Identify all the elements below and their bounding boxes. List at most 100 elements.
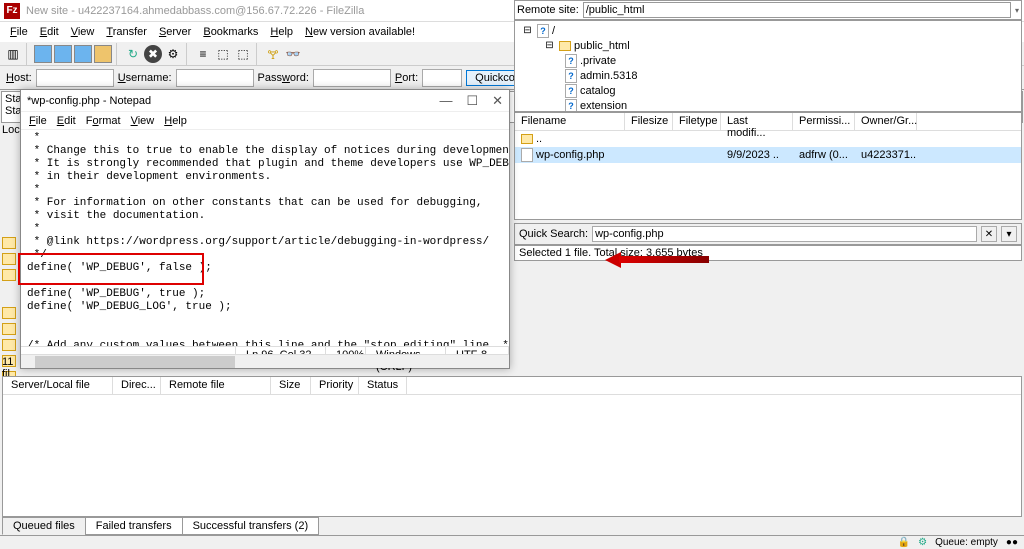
statusbar: 🔒 ⚙ Queue: empty ●● — [0, 535, 1024, 549]
col-lastmod[interactable]: Last modifi... — [721, 113, 793, 130]
file-permissions: adfrw (0... — [793, 149, 855, 161]
local-site-label: Loca — [2, 124, 18, 136]
tab-failed[interactable]: Failed transfers — [85, 517, 183, 535]
toolbar-icon[interactable] — [94, 45, 112, 63]
col-direction[interactable]: Direc... — [113, 377, 161, 394]
folder-unknown-icon: ? — [565, 69, 577, 83]
tab-successful[interactable]: Successful transfers (2) — [182, 517, 320, 535]
remote-file-list[interactable]: Filename Filesize Filetype Last modifi..… — [514, 112, 1022, 220]
toolbar-cancel-icon[interactable]: ✖ — [144, 45, 162, 63]
file-modified: 9/9/2023 .. — [721, 149, 793, 161]
toolbar-filter-icon[interactable]: 🝖 — [264, 45, 282, 63]
tree-node[interactable]: extension — [580, 100, 627, 112]
folder-icon — [2, 339, 16, 351]
toolbar-icon[interactable]: ⬚ — [234, 45, 252, 63]
file-name: .. — [536, 133, 542, 145]
menu-view[interactable]: View — [67, 26, 99, 38]
notepad-menu-file[interactable]: File — [25, 115, 51, 127]
menu-bookmarks[interactable]: Bookmarks — [199, 26, 262, 38]
folder-unknown-icon: ? — [565, 99, 577, 113]
menu-edit[interactable]: Edit — [36, 26, 63, 38]
folder-icon — [2, 253, 16, 265]
toolbar-sitemgr-icon[interactable]: ▥ — [4, 45, 22, 63]
toolbar-icon[interactable] — [34, 45, 52, 63]
file-list-header: Filename Filesize Filetype Last modifi..… — [515, 113, 1021, 131]
tree-node[interactable]: admin.5318 — [580, 70, 638, 82]
remote-path-input[interactable] — [583, 2, 1011, 18]
host-input[interactable] — [36, 69, 114, 87]
file-owner: u4223371... — [855, 149, 917, 161]
app-logo: Fz — [4, 3, 20, 19]
col-filesize[interactable]: Filesize — [625, 113, 673, 130]
quick-search-bar: Quick Search: ✕ ▾ — [514, 223, 1022, 245]
notepad-titlebar[interactable]: *wp-config.php - Notepad — ☐ ✕ — [21, 90, 509, 112]
password-input[interactable] — [313, 69, 391, 87]
col-status[interactable]: Status — [359, 377, 407, 394]
collapse-icon[interactable]: ⊟ — [521, 24, 534, 37]
notepad-menu-view[interactable]: View — [127, 115, 159, 127]
menu-transfer[interactable]: Transfer — [102, 26, 151, 38]
tab-queued[interactable]: Queued files — [2, 517, 86, 535]
tree-node[interactable]: / — [552, 25, 555, 37]
tree-node[interactable]: .private — [580, 55, 616, 67]
file-row[interactable]: wp-config.php 9/9/2023 .. adfrw (0... u4… — [515, 147, 1021, 163]
toolbar-disconnect-icon[interactable]: ⚙ — [164, 45, 182, 63]
notepad-close-button[interactable]: ✕ — [492, 93, 503, 109]
folder-icon — [559, 41, 571, 51]
notepad-menu-help[interactable]: Help — [160, 115, 191, 127]
username-input[interactable] — [176, 69, 254, 87]
col-perm[interactable]: Permissi... — [793, 113, 855, 130]
dropdown-icon[interactable]: ▾ — [1015, 6, 1019, 15]
folder-icon — [2, 307, 16, 319]
col-filename[interactable]: Filename — [515, 113, 625, 130]
toolbar-icon[interactable]: ⬚ — [214, 45, 232, 63]
local-panel-edge: Loca 11 fil — [2, 124, 18, 412]
file-icon — [521, 148, 533, 162]
notepad-menu-edit[interactable]: Edit — [53, 115, 80, 127]
collapse-icon[interactable]: ⊟ — [543, 39, 556, 52]
col-size[interactable]: Size — [271, 377, 311, 394]
folder-unknown-icon: ? — [537, 24, 549, 38]
quick-search-options[interactable]: ▾ — [1001, 226, 1017, 242]
col-owner[interactable]: Owner/Gr... — [855, 113, 917, 130]
notepad-minimize-button[interactable]: — — [439, 93, 452, 109]
tree-node[interactable]: public_html — [574, 40, 630, 52]
notepad-text-area[interactable]: * * Change this to true to enable the di… — [21, 130, 509, 346]
menu-help[interactable]: Help — [266, 26, 297, 38]
tree-node[interactable]: catalog — [580, 85, 615, 97]
quick-search-input[interactable] — [592, 226, 977, 242]
notepad-title: *wp-config.php - Notepad — [27, 95, 439, 107]
queue-indicator-icon: ●● — [1006, 537, 1018, 548]
password-label: Password: — [258, 72, 309, 84]
remote-selection-status: Selected 1 file. Total size: 3,655 bytes — [514, 245, 1022, 261]
quick-search-clear[interactable]: ✕ — [981, 226, 997, 242]
folder-icon — [2, 237, 16, 249]
col-serverfile[interactable]: Server/Local file — [3, 377, 113, 394]
folder-icon — [2, 269, 16, 281]
host-label: Host: — [6, 72, 32, 84]
toolbar-search-icon[interactable]: 👓 — [284, 45, 302, 63]
folder-unknown-icon: ? — [565, 54, 577, 68]
toolbar-icon[interactable]: ≡ — [194, 45, 212, 63]
remote-tree[interactable]: ⊟?/ ⊟public_html ?.private ?admin.5318 ?… — [514, 20, 1022, 112]
menu-file[interactable]: File — [6, 26, 32, 38]
menu-newversion[interactable]: New version available! — [301, 26, 419, 38]
folder-icon — [521, 134, 533, 144]
queue-status: Queue: empty — [935, 537, 998, 548]
queue-header: Server/Local file Direc... Remote file S… — [3, 377, 1021, 395]
menu-server[interactable]: Server — [155, 26, 195, 38]
file-row-parent[interactable]: .. — [515, 131, 1021, 147]
cert-icon: ⚙ — [918, 537, 927, 548]
port-input[interactable] — [422, 69, 462, 87]
notepad-maximize-button[interactable]: ☐ — [466, 93, 478, 109]
col-remotefile[interactable]: Remote file — [161, 377, 271, 394]
col-filetype[interactable]: Filetype — [673, 113, 721, 130]
toolbar-refresh-icon[interactable]: ↻ — [124, 45, 142, 63]
col-priority[interactable]: Priority — [311, 377, 359, 394]
notepad-menu-format[interactable]: Format — [82, 115, 125, 127]
username-label: Username: — [118, 72, 172, 84]
transfer-queue: Server/Local file Direc... Remote file S… — [2, 376, 1022, 517]
toolbar-icon[interactable] — [74, 45, 92, 63]
notepad-scrollbar[interactable] — [21, 354, 509, 368]
toolbar-icon[interactable] — [54, 45, 72, 63]
